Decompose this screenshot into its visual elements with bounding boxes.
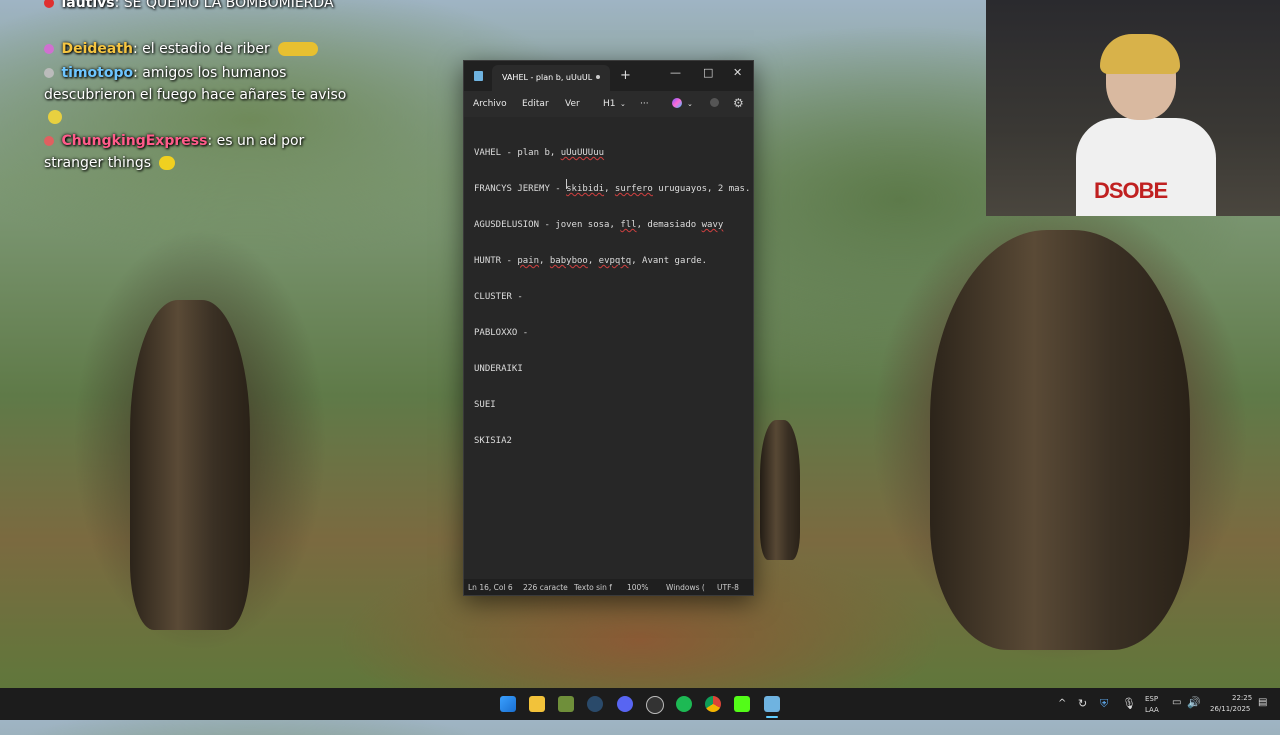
- chat-message: Deideath: el estadio de riber: [44, 38, 364, 60]
- taskbar: ^ ↻ ⛨ 🎙 ESP LAA ▭ 🔊 22:25 26/11/2025 ▤: [0, 688, 1280, 720]
- stream-chat: lautivs: SE QUEMO LA BOMBOMIERDA Deideat…: [44, 0, 364, 176]
- chat-message: lautivs: SE QUEMO LA BOMBOMIERDA: [44, 0, 364, 14]
- volume-icon[interactable]: 🔊: [1187, 696, 1201, 709]
- tree-trunk-mid: [760, 420, 800, 560]
- unsaved-dot-icon: [596, 75, 600, 79]
- obs-icon[interactable]: [646, 696, 664, 714]
- notepad-taskbar-icon[interactable]: [764, 696, 780, 712]
- text-format[interactable]: Texto sin f: [574, 583, 612, 592]
- notification-icon[interactable]: ▤: [1258, 697, 1267, 708]
- heading-dropdown[interactable]: H1: [603, 99, 616, 109]
- minecraft-icon[interactable]: [558, 696, 574, 712]
- editor-line: HUNTR - pain, babyboo, evpqtq, Avant gar…: [474, 256, 708, 266]
- microphone-icon[interactable]: 🎙: [1122, 697, 1136, 710]
- editor-line: FRANCYS JEREMY - skibidi, surfero urugua…: [474, 184, 751, 194]
- zoom-level[interactable]: 100%: [627, 583, 648, 592]
- clock-date[interactable]: 26/11/2025: [1210, 705, 1250, 713]
- editor-line: PABLOXXO -: [474, 328, 529, 338]
- chevron-down-icon: ⌄: [687, 100, 693, 108]
- defender-icon[interactable]: ⛨: [1100, 697, 1108, 711]
- copilot-icon[interactable]: [672, 98, 682, 108]
- webcam-beanie: [1100, 34, 1180, 74]
- editor-line: VAHEL - plan b, uUuUUUuu: [474, 148, 605, 158]
- webcam-overlay: DSOBE: [986, 0, 1280, 216]
- chat-emote-icon: [278, 42, 319, 56]
- chat-badge-icon: [44, 44, 54, 54]
- chat-text: el estadio de riber: [142, 41, 270, 57]
- clock-time[interactable]: 22:25: [1232, 694, 1252, 702]
- cursor-position[interactable]: Ln 16, Col 6: [468, 583, 513, 592]
- chat-username: Deideath: [61, 41, 133, 57]
- chat-username: lautivs: [61, 0, 115, 11]
- menu-bar: Archivo Editar Ver H1 ⌄ ··· ⌄ ⚙: [464, 91, 753, 117]
- file-explorer-icon[interactable]: [529, 696, 545, 712]
- chevron-down-icon: ⌄: [620, 100, 626, 108]
- minimize-button[interactable]: —: [670, 66, 681, 79]
- encoding[interactable]: UTF-8: [717, 583, 739, 592]
- status-bar: Ln 16, Col 6 226 caracte Texto sin f 100…: [464, 579, 753, 595]
- discord-icon[interactable]: [617, 696, 633, 712]
- network-icon[interactable]: ▭: [1172, 697, 1181, 708]
- new-tab-button[interactable]: +: [620, 68, 631, 83]
- chat-emote-icon: [159, 156, 176, 170]
- chat-username: timotopo: [61, 65, 134, 81]
- tab-document[interactable]: VAHEL - plan b, uUuUL: [492, 65, 610, 91]
- text-editor[interactable]: VAHEL - plan b, uUuUUUuu FRANCYS JEREMY …: [464, 117, 753, 698]
- settings-gear-icon[interactable]: ⚙: [733, 96, 744, 110]
- menu-file[interactable]: Archivo: [473, 99, 507, 109]
- spotify-icon[interactable]: [676, 696, 692, 712]
- more-options-button[interactable]: ···: [640, 99, 649, 109]
- character-count: 226 caracte: [523, 583, 568, 592]
- steam-icon[interactable]: [587, 696, 603, 712]
- kick-icon[interactable]: [734, 696, 750, 712]
- webcam-shirt-text: DSOBE: [1094, 178, 1168, 203]
- close-button[interactable]: ✕: [733, 66, 742, 79]
- chat-badge-icon: [44, 0, 54, 8]
- chat-message: ChungkingExpress: es un ad por stranger …: [44, 133, 305, 171]
- notepad-icon: [474, 71, 483, 81]
- tree-trunk-left: [130, 300, 250, 630]
- chat-text: SE QUEMO LA BOMBOMIERDA: [123, 0, 334, 11]
- menu-view[interactable]: Ver: [565, 99, 580, 109]
- chrome-icon[interactable]: [705, 696, 721, 712]
- tray-overflow-icon[interactable]: ^: [1058, 698, 1066, 709]
- tab-title: VAHEL - plan b, uUuUL: [502, 73, 593, 82]
- chat-badge-icon: [44, 68, 54, 78]
- active-app-indicator: [766, 716, 778, 718]
- title-bar[interactable]: VAHEL - plan b, uUuUL + — □ ✕: [464, 61, 753, 91]
- chat-username: ChungkingExpress: [61, 133, 208, 149]
- tree-trunk-right: [930, 230, 1190, 650]
- sync-icon[interactable]: ↻: [1078, 697, 1087, 710]
- line-ending[interactable]: Windows (: [666, 583, 705, 592]
- text-cursor-icon: [566, 179, 567, 189]
- chat-badge-icon: [44, 136, 54, 146]
- editor-line: SKISIA2: [474, 436, 512, 446]
- chat-message: timotopo: amigos los humanos descubriero…: [44, 62, 364, 128]
- editor-line: SUEI: [474, 400, 496, 410]
- account-icon[interactable]: [710, 98, 719, 107]
- start-windows-icon[interactable]: [500, 696, 516, 712]
- menu-edit[interactable]: Editar: [522, 99, 549, 109]
- maximize-button[interactable]: □: [703, 66, 713, 79]
- editor-line: UNDERAIKI: [474, 364, 523, 374]
- language-top[interactable]: ESP: [1145, 695, 1158, 703]
- language-bottom[interactable]: LAA: [1145, 706, 1159, 714]
- notepad-window[interactable]: VAHEL - plan b, uUuUL + — □ ✕ Archivo Ed…: [463, 60, 754, 698]
- chat-emote-icon: [48, 110, 62, 124]
- editor-line: AGUSDELUSION - joven sosa, fll, demasiad…: [474, 220, 724, 230]
- editor-line: CLUSTER -: [474, 292, 523, 302]
